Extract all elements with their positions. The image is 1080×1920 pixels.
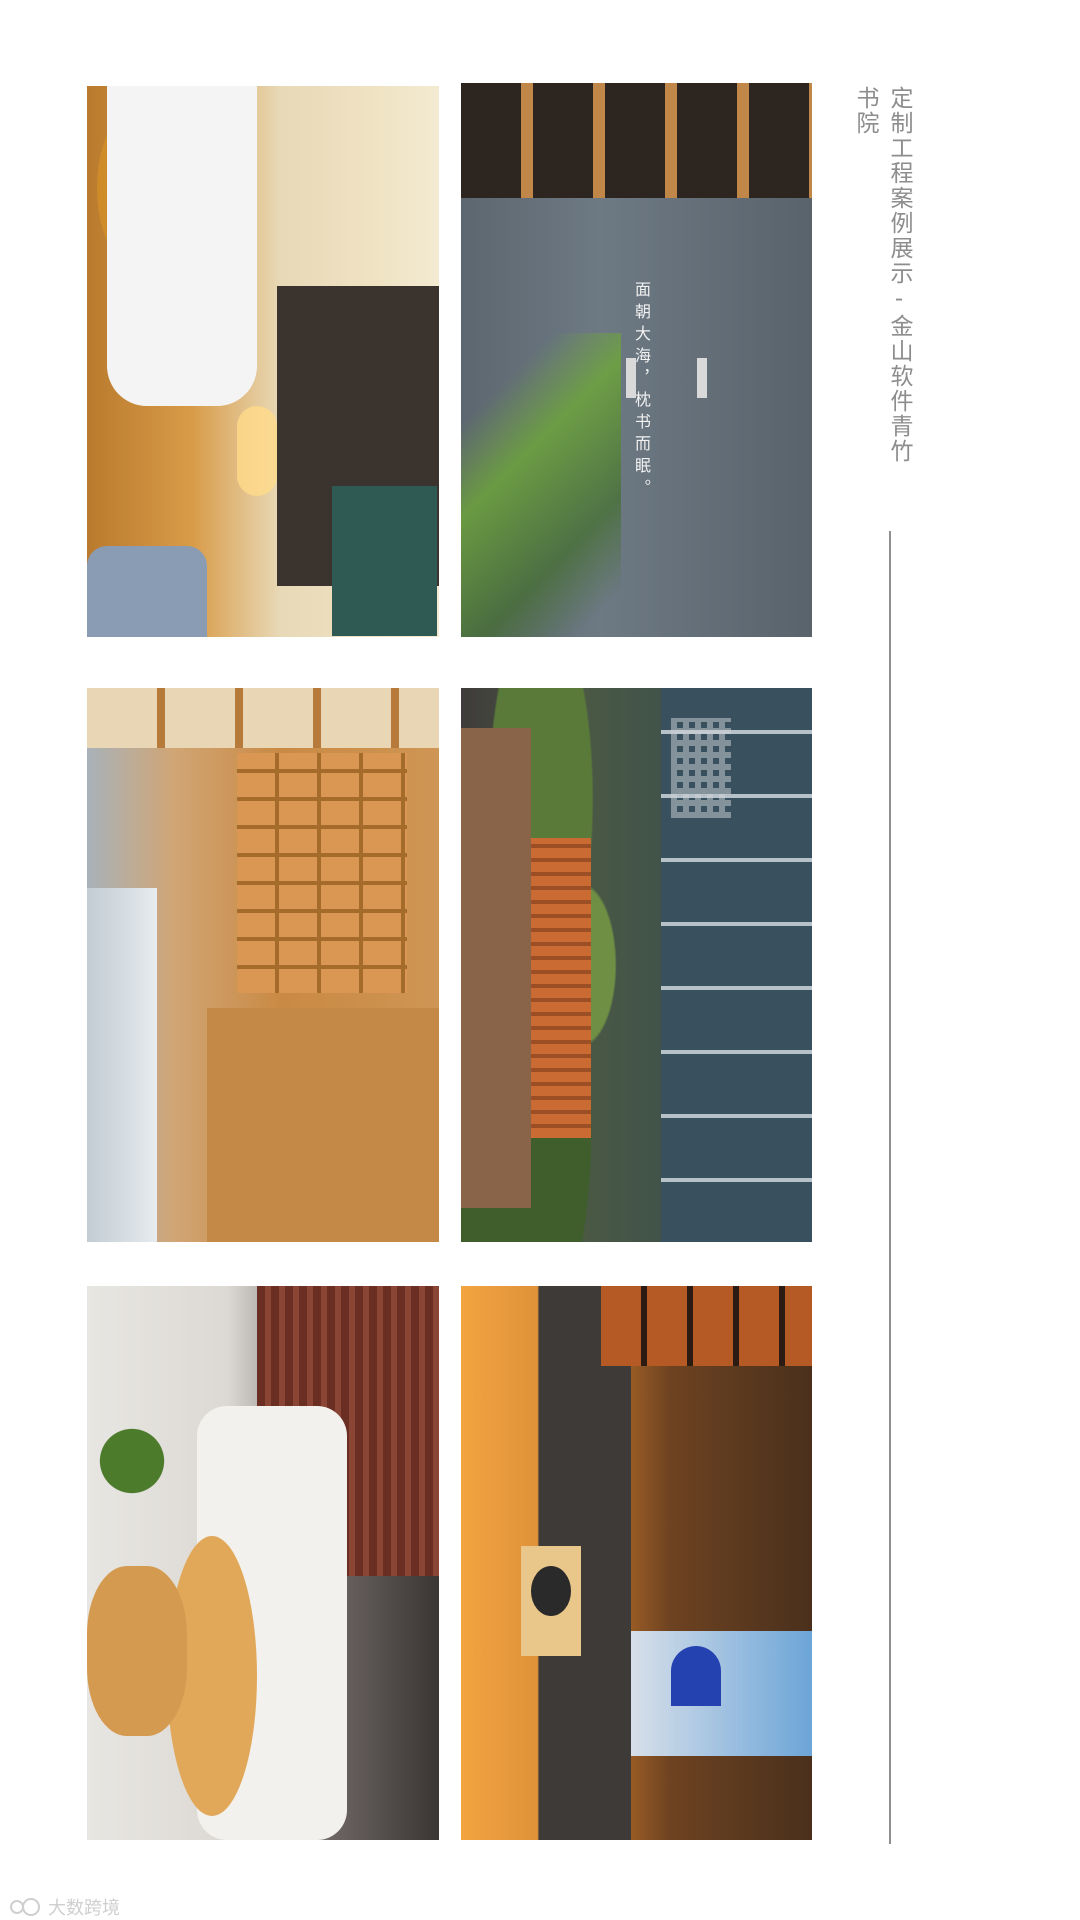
window (87, 888, 157, 1242)
wooden-deck (461, 728, 531, 1208)
title-divider (889, 531, 891, 1844)
watermark: 大数跨境 (10, 1896, 120, 1919)
page: 定制工程案例展示-金山软件青竹书院 面朝大海，枕书而眠。 大数跨境 (0, 0, 1080, 1920)
photo-bedroom (87, 86, 439, 637)
round-table-small (87, 1566, 187, 1736)
watermark-text: 大数跨境 (48, 1898, 120, 1919)
top-shelf (87, 688, 439, 748)
photo-tea-room (461, 1286, 812, 1840)
poster-figure (671, 1646, 721, 1706)
wall-inscription: 面朝大海，枕书而眠。 (632, 281, 651, 501)
photo-library (87, 688, 439, 1242)
watermark-logo-icon (10, 1898, 44, 1916)
ceiling-lattice (601, 1286, 812, 1366)
bookshelf (461, 83, 812, 198)
tea-bowl (531, 1566, 571, 1616)
photo-sea-wall: 面朝大海，枕书而眠。 (461, 83, 812, 637)
lamp-glow (237, 406, 277, 496)
page-title: 定制工程案例展示-金山软件青竹书院 (852, 86, 912, 464)
plant (87, 1416, 177, 1506)
lattice-screen (671, 718, 731, 818)
bed (107, 86, 257, 406)
cubby-grid-lines (237, 753, 407, 993)
poster (631, 1631, 812, 1756)
railing (531, 838, 591, 1138)
bamboo-leaves (461, 333, 621, 637)
mat (332, 486, 437, 636)
photo-garden-corridor (461, 688, 812, 1242)
photo-lounge (87, 1286, 439, 1840)
plate-bar-right (697, 358, 707, 398)
floor (207, 1008, 439, 1242)
armchair (87, 546, 207, 637)
